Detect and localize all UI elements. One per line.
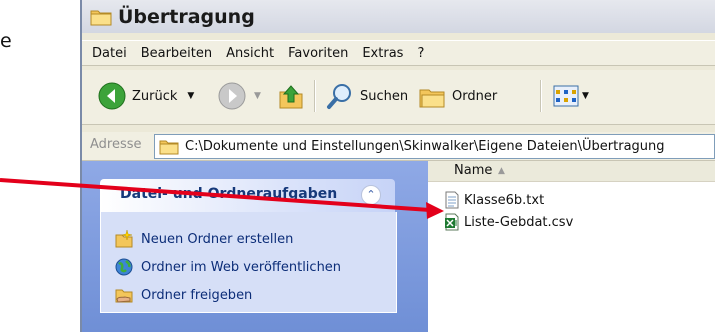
toolbar: Zurück ▼ ▼ Suchen Ordner ▼: [82, 70, 715, 125]
task-label: Ordner freigeben: [141, 287, 253, 303]
address-label: Adresse: [90, 137, 142, 152]
menu-extras[interactable]: Extras: [362, 46, 403, 61]
task-share-folder[interactable]: Ordner freigeben: [115, 286, 252, 304]
file-name: Klasse6b.txt: [464, 192, 545, 208]
task-pane: Datei- und Ordneraufgaben ⌃ Neuen Ordner…: [82, 161, 428, 332]
window-title: Übertragung: [118, 5, 255, 28]
forward-button[interactable]: ▼: [218, 82, 261, 110]
folder-icon: [90, 10, 112, 25]
column-header-name[interactable]: Name: [454, 163, 492, 178]
toolbar-separator: [540, 80, 542, 112]
up-folder-icon: [279, 85, 303, 109]
menu-favoriten[interactable]: Favoriten: [288, 46, 348, 61]
up-folder-button[interactable]: [278, 82, 304, 110]
menu-ansicht[interactable]: Ansicht: [226, 46, 274, 61]
task-label: Neuen Ordner erstellen: [141, 231, 294, 247]
file-name: Liste-Gebdat.csv: [464, 214, 574, 230]
collapse-chevron-icon[interactable]: ⌃: [361, 185, 381, 205]
chevron-down-icon[interactable]: ▼: [582, 91, 589, 101]
address-field[interactable]: C:\Dokumente und Einstellungen\Skinwalke…: [154, 134, 715, 159]
folders-button[interactable]: Ordner: [418, 82, 497, 110]
title-bar[interactable]: Übertragung: [82, 0, 715, 33]
page-text-fragment: e: [0, 30, 12, 52]
file-item[interactable]: Liste-Gebdat.csv: [444, 213, 573, 231]
share-folder-icon: [115, 289, 133, 303]
address-bar: Adresse C:\Dokumente und Einstellungen\S…: [82, 132, 715, 161]
task-new-folder[interactable]: Neuen Ordner erstellen: [115, 230, 293, 248]
back-button-label: Zurück: [132, 88, 178, 104]
text-file-icon: [445, 191, 459, 209]
folders-icon: [419, 89, 445, 108]
file-item[interactable]: Klasse6b.txt: [444, 191, 544, 209]
task-group-header[interactable]: Datei- und Ordneraufgaben ⌃: [100, 179, 395, 212]
search-icon: [327, 84, 351, 109]
globe-icon: [115, 258, 133, 276]
forward-arrow-icon: [218, 82, 246, 110]
toolbar-separator: [314, 80, 316, 112]
folder-icon: [159, 140, 179, 154]
task-publish-web[interactable]: Ordner im Web veröffentlichen: [115, 258, 341, 276]
back-arrow-icon: [98, 82, 126, 110]
views-grid-icon: [553, 85, 579, 107]
column-header: Name ▲: [428, 161, 715, 182]
task-group-body: Neuen Ordner erstellen Ordner im Web ver…: [100, 212, 397, 313]
chevron-down-icon[interactable]: ▼: [254, 91, 261, 101]
menu-help[interactable]: ?: [417, 46, 424, 61]
search-button[interactable]: Suchen: [326, 82, 408, 110]
chevron-down-icon[interactable]: ▼: [187, 91, 194, 101]
menu-datei[interactable]: Datei: [92, 46, 127, 61]
file-list: Name ▲ Klasse6b.txt Liste-Gebdat.csv: [428, 161, 715, 332]
menu-bar: Datei Bearbeiten Ansicht Favoriten Extra…: [82, 40, 715, 66]
back-button[interactable]: Zurück ▼: [98, 82, 194, 110]
task-label: Ordner im Web veröffentlichen: [141, 259, 342, 275]
new-folder-icon: [115, 230, 133, 248]
address-path: C:\Dokumente und Einstellungen\Skinwalke…: [185, 139, 665, 154]
task-group-title: Datei- und Ordneraufgaben: [120, 186, 338, 202]
excel-file-icon: [445, 213, 459, 231]
folders-button-label: Ordner: [452, 88, 498, 104]
explorer-window: Übertragung Datei Bearbeiten Ansicht Fav…: [80, 0, 715, 332]
sort-up-icon: ▲: [498, 166, 505, 176]
menu-bearbeiten[interactable]: Bearbeiten: [141, 46, 212, 61]
search-button-label: Suchen: [360, 88, 409, 104]
views-button[interactable]: ▼: [552, 82, 589, 110]
